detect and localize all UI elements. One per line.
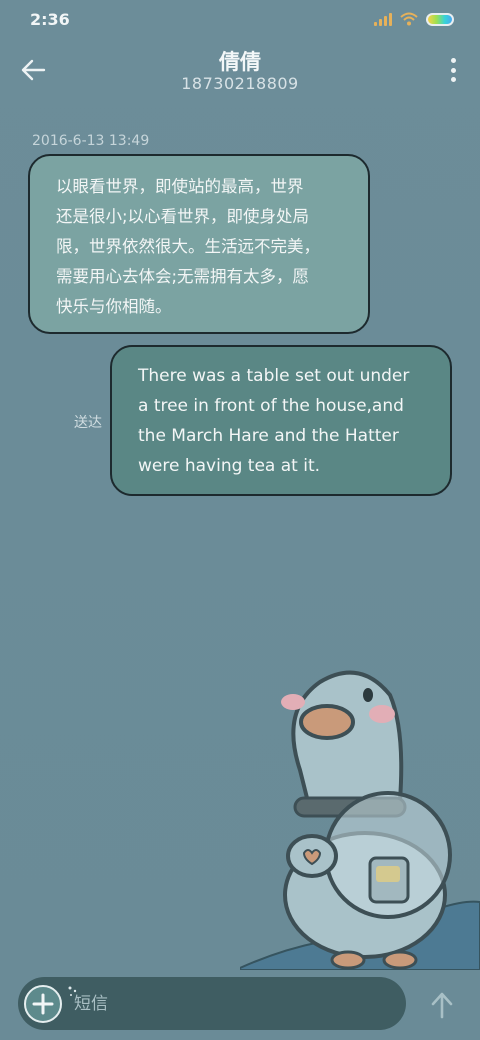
message-line: a tree in front of the house,and	[138, 396, 404, 416]
delivery-status: 送达	[74, 415, 102, 431]
message-line: were having tea at it.	[138, 456, 321, 476]
plus-icon	[32, 993, 54, 1015]
sms-input[interactable]	[74, 989, 374, 1019]
signal-icon	[374, 12, 392, 26]
wifi-icon	[400, 12, 418, 26]
message-line: 限，世界依然很大。生活远不完美，	[56, 237, 320, 256]
message-line: 以眼看世界，即使站的最高，世界	[56, 177, 304, 196]
message-line: the March Hare and the Hatter	[138, 426, 399, 446]
message-line: 需要用心去体会;无需拥有太多，愿	[56, 267, 310, 286]
status-icons	[374, 12, 454, 26]
duck-astronaut-illustration	[240, 670, 480, 970]
contact-phone-number: 18730218809	[181, 74, 299, 93]
add-attachment-button[interactable]	[24, 985, 62, 1023]
outgoing-message-bubble[interactable]: There was a table set out under a tree i…	[110, 345, 452, 496]
status-time: 2:36	[30, 10, 70, 29]
message-line: 还是很小;以心看世界，即使身处局	[56, 207, 310, 226]
contact-name: 倩倩	[219, 50, 261, 74]
message-composer	[18, 977, 406, 1030]
status-bar: 2:36	[0, 0, 480, 40]
battery-icon	[426, 12, 454, 26]
message-timestamp: 2016-6-13 13:49	[32, 133, 150, 149]
more-options-icon[interactable]	[448, 58, 458, 82]
incoming-message-bubble[interactable]: 以眼看世界，即使站的最高，世界 还是很小;以心看世界，即使身处局 限，世界依然很…	[28, 154, 370, 334]
message-line: There was a table set out under	[138, 366, 410, 386]
send-arrow-icon[interactable]	[428, 990, 456, 1020]
message-line: 快乐与你相随。	[56, 297, 172, 316]
